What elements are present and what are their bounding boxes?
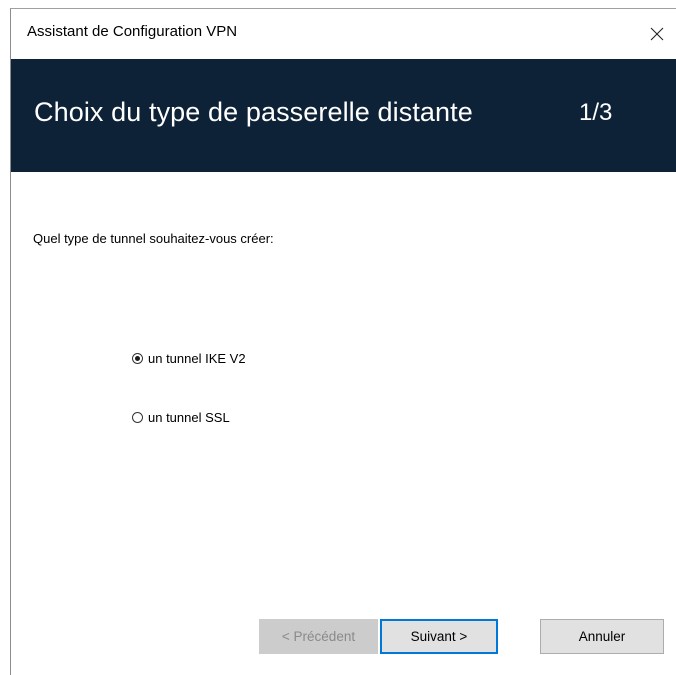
wizard-header: Choix du type de passerelle distante 1/3 — [11, 59, 676, 172]
header-title: Choix du type de passerelle distante — [34, 97, 473, 127]
option-ikev2-label: un tunnel IKE V2 — [148, 351, 246, 366]
close-icon — [650, 27, 664, 41]
title-bar: Assistant de Configuration VPN — [11, 9, 676, 59]
option-ssl[interactable]: un tunnel SSL — [132, 410, 230, 425]
radio-ikev2-selected[interactable] — [132, 353, 143, 364]
close-button[interactable] — [637, 9, 676, 59]
step-indicator: 1/3 — [579, 99, 613, 126]
option-ssl-label: un tunnel SSL — [148, 410, 230, 425]
vpn-wizard-window: Assistant de Configuration VPN Choix du … — [10, 8, 676, 675]
tunnel-type-question: Quel type de tunnel souhaitez-vous créer… — [33, 231, 274, 246]
previous-button[interactable]: < Précédent — [259, 619, 378, 654]
option-ikev2[interactable]: un tunnel IKE V2 — [132, 351, 246, 366]
cancel-button[interactable]: Annuler — [540, 619, 664, 654]
next-button[interactable]: Suivant > — [380, 619, 498, 654]
radio-ssl[interactable] — [132, 412, 143, 423]
window-title: Assistant de Configuration VPN — [27, 23, 238, 40]
